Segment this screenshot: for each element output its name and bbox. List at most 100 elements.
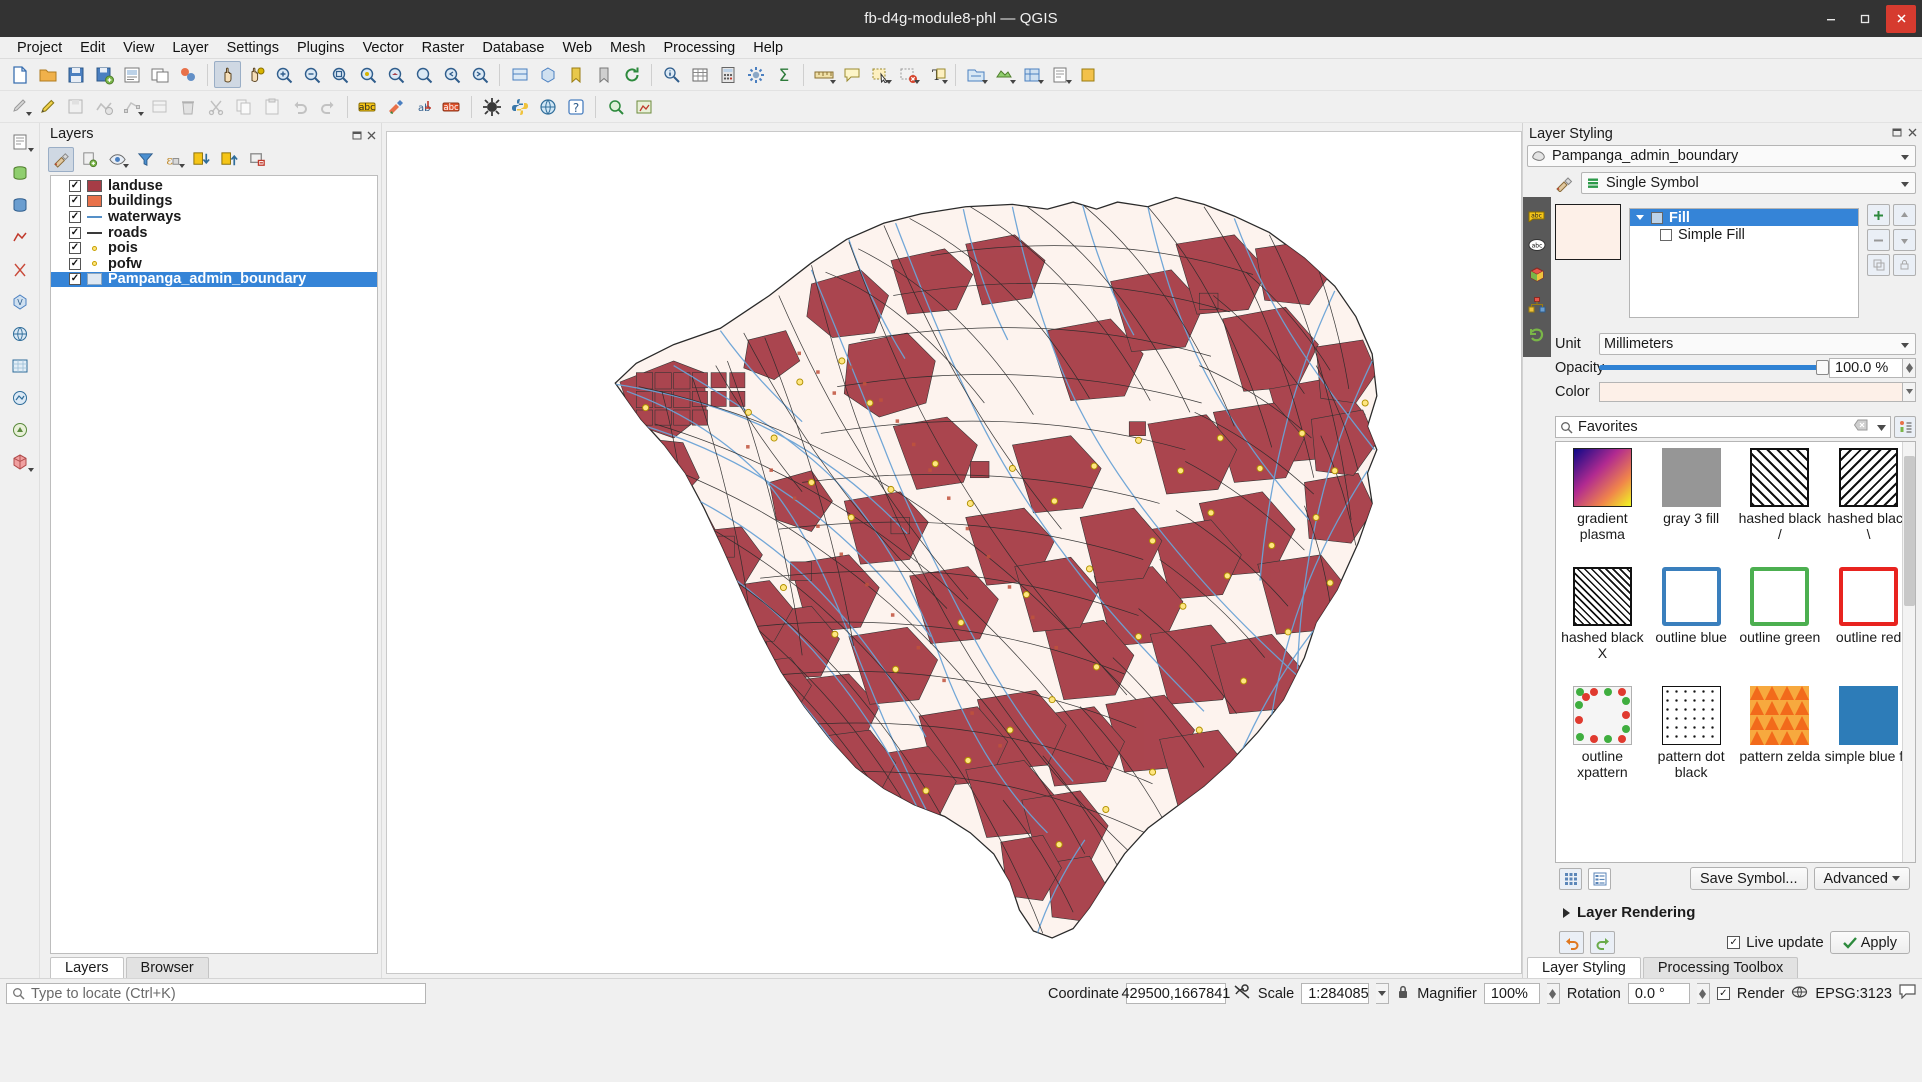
scale-dropdown[interactable] [1376,983,1390,1004]
clear-search-icon[interactable] [1853,419,1868,435]
new-map-view-icon[interactable] [506,61,533,88]
pan-map-icon[interactable] [214,61,241,88]
symbol-item-simple-blue-fill[interactable]: simple blue fill [1824,686,1913,805]
symbol-tree-row-simple-fill[interactable]: Simple Fill [1630,226,1858,243]
rotation-input[interactable]: 0.0 ° [1627,983,1690,1004]
crs-icon[interactable] [1791,984,1808,1003]
redo-icon[interactable] [314,93,341,120]
select-by-expression-icon[interactable]: T [922,61,949,88]
delete-selected-icon[interactable] [174,93,201,120]
lock-symbol-layer-button[interactable] [1893,254,1916,276]
symbol-tree-row-fill[interactable]: Fill [1630,209,1858,226]
tab-processing-toolbox[interactable]: Processing Toolbox [1642,957,1799,978]
menu-raster[interactable]: Raster [413,38,474,58]
lock-scale-icon[interactable] [1396,984,1410,1004]
symbol-layer-tree[interactable]: Fill Simple Fill [1629,208,1859,318]
symbol-search-input[interactable]: Favorites [1555,416,1891,438]
refresh-icon[interactable] [618,61,645,88]
zoom-native-icon[interactable] [410,61,437,88]
layer-visibility-checkbox[interactable]: ✓ [69,273,81,286]
identify-features-icon[interactable] [658,61,685,88]
menu-vector[interactable]: Vector [354,38,413,58]
zoom-selection-icon[interactable] [354,61,381,88]
add-symbol-layer-button[interactable] [1867,204,1890,226]
redo-style-button[interactable] [1590,931,1615,954]
menu-help[interactable]: Help [744,38,792,58]
measure-line-icon[interactable] [810,61,837,88]
qgis-browser-icon[interactable] [534,93,561,120]
zoom-out-icon[interactable] [298,61,325,88]
menu-plugins[interactable]: Plugins [288,38,354,58]
expand-all-icon[interactable] [188,147,214,172]
add-group-icon[interactable] [76,147,102,172]
layer-row-landuse[interactable]: ✓ landuse [51,178,377,194]
symbol-item-outline-blue[interactable]: outline blue [1647,567,1736,686]
apply-button[interactable]: Apply [1829,931,1910,954]
expand-triangle-icon[interactable] [1563,907,1570,918]
zoom-full-icon[interactable] [326,61,353,88]
toggle-editing-icon[interactable] [34,93,61,120]
open-layer-styling-panel-icon[interactable] [48,146,74,172]
3d-view-icon[interactable] [1526,265,1548,285]
expand-triangle-icon[interactable] [1636,215,1644,220]
add-mssql-layer-icon[interactable] [5,223,35,252]
move-up-button[interactable] [1893,204,1916,226]
history-icon[interactable] [1526,325,1548,345]
symbol-item-outline-red[interactable]: outline red [1824,567,1913,686]
symbol-item-pattern-dot-black[interactable]: pattern dot black [1647,686,1736,805]
menu-processing[interactable]: Processing [655,38,745,58]
add-3d-tiles-layer-icon[interactable] [5,447,35,476]
list-view-button[interactable] [1588,867,1611,890]
layer-row-pampanga-admin-boundary[interactable]: ✓ Pampanga_admin_boundary [51,271,377,287]
undo-style-button[interactable] [1559,931,1584,954]
new-3d-view-icon[interactable] [534,61,561,88]
symbol-enabled-checkbox[interactable] [1651,211,1663,224]
symbol-item-outline-green[interactable]: outline green [1736,567,1825,686]
add-delimited-text-rail-icon[interactable] [5,127,35,156]
python-console-icon[interactable] [506,93,533,120]
tab-layer-styling[interactable]: Layer Styling [1527,957,1641,978]
color-dropdown-button[interactable] [1903,381,1916,402]
icon-view-button[interactable] [1559,867,1582,890]
new-shapefile-layer-icon[interactable] [1074,61,1101,88]
manage-map-themes-icon[interactable] [104,147,130,172]
help-contents-icon[interactable]: ? [562,93,589,120]
opacity-stepper[interactable] [1903,357,1916,378]
locator-search-icon[interactable] [602,93,629,120]
filter-legend-expression-icon[interactable]: ε [160,147,186,172]
opacity-value-field[interactable]: 100.0 % [1829,357,1903,378]
layer-visibility-checkbox[interactable]: ✓ [69,226,81,239]
add-wfs-layer-icon[interactable] [5,383,35,412]
save-layer-edits-icon[interactable] [62,93,89,120]
zoom-layer-icon[interactable] [382,61,409,88]
layer-row-roads[interactable]: ✓ roads [51,225,377,241]
live-update-checkbox[interactable]: ✓ [1727,936,1741,949]
tab-browser[interactable]: Browser [125,957,209,978]
layer-visibility-checkbox[interactable]: ✓ [69,195,81,208]
cut-features-icon[interactable] [202,93,229,120]
minimize-button[interactable] [1814,4,1848,34]
modify-attributes-icon[interactable] [146,93,173,120]
new-print-layout-icon[interactable] [118,61,145,88]
undock-panel-icon[interactable] [1892,126,1903,142]
add-delimited-text-layer-icon[interactable] [1046,61,1073,88]
collapse-all-icon[interactable] [216,147,242,172]
style-manager-icon[interactable] [174,61,201,88]
deselect-features-icon[interactable] [894,61,921,88]
open-attribute-table-icon[interactable] [686,61,713,88]
labels-icon[interactable]: abc [1526,205,1548,225]
menu-mesh[interactable]: Mesh [601,38,654,58]
color-swatch-button[interactable] [1599,381,1903,402]
layer-visibility-checkbox[interactable]: ✓ [69,179,81,192]
new-project-icon[interactable] [6,61,33,88]
field-calculator-icon[interactable] [714,61,741,88]
show-processing-toolbox-icon[interactable] [742,61,769,88]
open-data-source-manager-icon[interactable] [962,61,989,88]
show-bookmarks-icon[interactable] [590,61,617,88]
add-wms-layer-icon[interactable] [5,319,35,348]
current-edits-icon[interactable] [6,93,33,120]
layer-row-pofw[interactable]: ✓ pofw [51,256,377,272]
symbol-item-hashed-black-back[interactable]: hashed black \ [1824,448,1913,567]
coordinate-input[interactable]: 429500,1667841 [1121,983,1230,1004]
close-panel-icon[interactable] [366,129,377,140]
